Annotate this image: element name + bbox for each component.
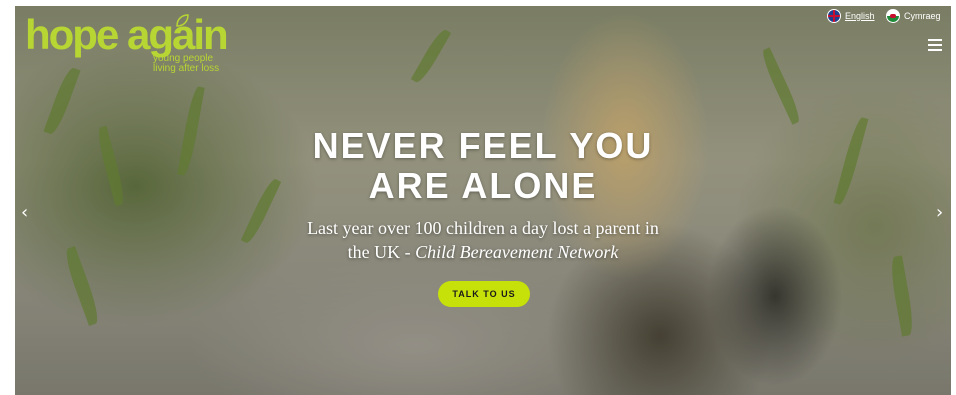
subtitle-line-2: the UK - Child Bereavement Network bbox=[15, 240, 951, 264]
talk-to-us-button[interactable]: TALK TO US bbox=[438, 281, 530, 307]
subtitle-source: Child Bereavement Network bbox=[415, 242, 619, 262]
hero-banner: hope again young people living after los… bbox=[15, 6, 951, 395]
subtitle-prefix: the UK - bbox=[347, 242, 416, 262]
leaf-icon bbox=[176, 14, 189, 27]
language-english-link[interactable]: English bbox=[827, 9, 875, 23]
chevron-left-icon[interactable]: ‹ bbox=[21, 202, 28, 223]
hero-headline: NEVER FEEL YOU ARE ALONE bbox=[15, 126, 951, 206]
uk-flag-icon bbox=[827, 9, 841, 23]
headline-line-1: NEVER FEEL YOU bbox=[312, 125, 654, 166]
language-welsh-link[interactable]: Cymraeg bbox=[886, 9, 941, 23]
language-english-label: English bbox=[845, 11, 875, 21]
subtitle-line-1: Last year over 100 children a day lost a… bbox=[307, 218, 659, 238]
tagline-line-2: living after loss bbox=[153, 63, 220, 74]
language-welsh-label: Cymraeg bbox=[904, 11, 941, 21]
wales-flag-icon bbox=[886, 9, 900, 23]
hamburger-menu-icon[interactable] bbox=[928, 39, 942, 51]
logo-wordmark: hope again bbox=[25, 11, 229, 58]
hero-subtitle: Last year over 100 children a day lost a… bbox=[15, 216, 951, 264]
brand-logo[interactable]: hope again young people living after los… bbox=[25, 11, 229, 74]
chevron-right-icon[interactable]: › bbox=[936, 202, 943, 223]
logo-tagline: young people living after loss bbox=[153, 54, 219, 74]
headline-line-2: ARE ALONE bbox=[368, 165, 598, 206]
